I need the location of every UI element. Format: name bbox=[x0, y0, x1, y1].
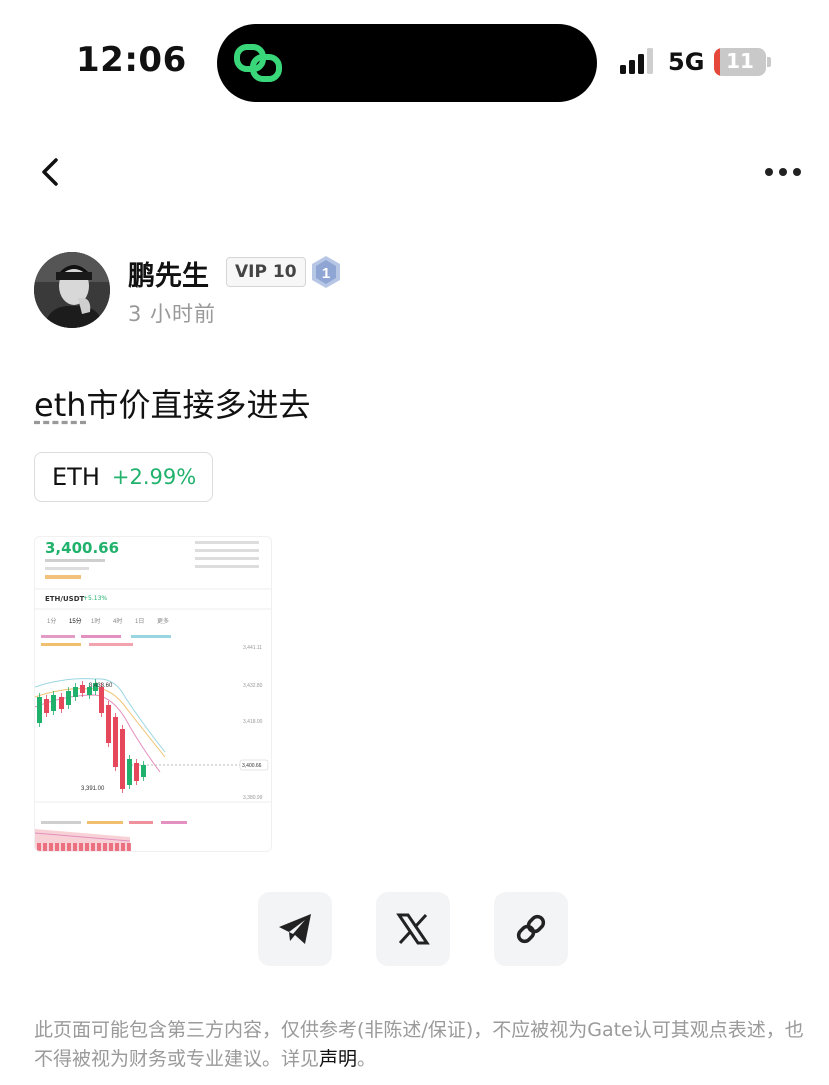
avatar[interactable] bbox=[34, 252, 110, 328]
macd-bar-3 bbox=[55, 843, 59, 851]
dynamic-island bbox=[217, 24, 597, 102]
chart-image-pair: ETH/USDT bbox=[45, 595, 85, 603]
disclaimer-statement-link[interactable]: 声明 bbox=[319, 1048, 357, 1070]
macd-bar-9 bbox=[91, 843, 95, 851]
copy-link-button[interactable] bbox=[494, 892, 568, 966]
candle-body-4 bbox=[66, 691, 71, 705]
share-x-button[interactable] bbox=[376, 892, 450, 966]
macd-bar-11 bbox=[103, 843, 107, 851]
candle-body-1 bbox=[44, 699, 49, 713]
candle-body-2 bbox=[51, 695, 56, 711]
ticker-chip[interactable]: ETH +2.99% bbox=[34, 452, 214, 502]
avatar-photo bbox=[34, 252, 110, 328]
ticker-change: +2.99% bbox=[111, 465, 197, 489]
share-telegram-button[interactable] bbox=[258, 892, 332, 966]
macd-bar-13 bbox=[115, 843, 119, 851]
chart-axis-label-1: 3,432.80 bbox=[243, 683, 263, 689]
chart-axis-label-0: 3,441.11 bbox=[243, 645, 262, 651]
macd-bar-4 bbox=[61, 843, 65, 851]
chart-screenshot[interactable]: 1分 15分 1时 4时 1日 更多 3,433.60 3,391.00 3,400.66… bbox=[34, 536, 272, 852]
candle-body-11 bbox=[113, 717, 118, 767]
chevron-left-icon[interactable] bbox=[30, 150, 74, 194]
chart-axis-label-2: 3,418.00 bbox=[243, 719, 263, 725]
macd-bar-0 bbox=[37, 843, 41, 851]
post-text: 市价直接多进去 bbox=[86, 386, 311, 424]
telegram-icon bbox=[279, 914, 311, 944]
candle-body-12 bbox=[120, 729, 125, 789]
macd-bar-1 bbox=[43, 843, 47, 851]
network-type: 5G bbox=[668, 48, 705, 76]
post-content: eth市价直接多进去 bbox=[34, 380, 311, 426]
link-icon bbox=[516, 914, 546, 944]
chart-low-label: 3,391.00 bbox=[81, 786, 105, 792]
macd-bar-14 bbox=[121, 843, 125, 851]
chart-tab-5: 更多 bbox=[157, 617, 169, 625]
x-icon bbox=[396, 913, 430, 945]
macd-bar-6 bbox=[73, 843, 77, 851]
candle-body-9 bbox=[99, 687, 104, 713]
more-horizontal-icon[interactable] bbox=[758, 150, 808, 194]
macd-bar-15 bbox=[127, 843, 131, 851]
macd-bar-8 bbox=[85, 843, 89, 851]
chart-image-pair-change: +5.13% bbox=[83, 595, 108, 602]
candlestick-chart-image: 1分 15分 1时 4时 1日 更多 3,433.60 3,391.00 3,400.66… bbox=[35, 541, 271, 851]
candle-body-14 bbox=[134, 763, 139, 781]
level-number: 1 bbox=[322, 265, 330, 282]
disclaimer-end: 。 bbox=[357, 1048, 377, 1070]
chart-tab-2: 1时 bbox=[91, 617, 100, 625]
battery-percent: 11 bbox=[726, 49, 754, 73]
macd-bar-2 bbox=[49, 843, 53, 851]
chart-axis-label-4: 3,380.99 bbox=[243, 795, 263, 801]
candle-body-0 bbox=[37, 697, 42, 723]
status-time: 12:06 bbox=[76, 40, 187, 80]
post-time: 3 小时前 bbox=[128, 302, 217, 326]
candle-body-15 bbox=[141, 765, 146, 777]
cellular-signal-icon bbox=[620, 48, 653, 74]
candle-body-3 bbox=[59, 697, 64, 709]
battery-nub bbox=[767, 57, 771, 67]
chart-tab-0: 1分 bbox=[47, 617, 56, 625]
disclaimer: 此页面可能包含第三方内容，仅供参考(非陈述/保证)，不应被视为Gate认可其观点… bbox=[34, 1016, 804, 1074]
coin-tag-link[interactable]: eth bbox=[34, 386, 87, 424]
battery-icon: 11 bbox=[714, 48, 766, 76]
macd-bar-12 bbox=[109, 843, 113, 851]
chart-image-price: 3,400.66 bbox=[45, 539, 120, 557]
candle-body-5 bbox=[73, 687, 78, 697]
chart-high-label: 3,433.60 bbox=[89, 683, 113, 689]
macd-bar-5 bbox=[67, 843, 71, 851]
candle-body-13 bbox=[127, 759, 132, 785]
chart-tab-3: 4时 bbox=[113, 617, 122, 625]
ticker-symbol: ETH bbox=[52, 463, 100, 491]
macd-bar-10 bbox=[97, 843, 101, 851]
candle-body-6 bbox=[80, 685, 85, 693]
macd-bar-7 bbox=[79, 843, 83, 851]
chart-last-label: 3,400.66 bbox=[242, 763, 262, 769]
vip-badge: VIP 10 bbox=[226, 257, 306, 287]
level-badge-icon: 1 bbox=[312, 256, 340, 288]
chain-link-app-icon bbox=[234, 44, 282, 82]
chart-tab-4: 1日 bbox=[135, 618, 144, 625]
author-name[interactable]: 鹏先生 bbox=[128, 254, 209, 293]
chart-tab-1: 15分 bbox=[69, 617, 82, 625]
disclaimer-text: 此页面可能包含第三方内容，仅供参考(非陈述/保证)，不应被视为Gate认可其观点… bbox=[34, 1019, 804, 1070]
candle-body-10 bbox=[106, 705, 111, 743]
